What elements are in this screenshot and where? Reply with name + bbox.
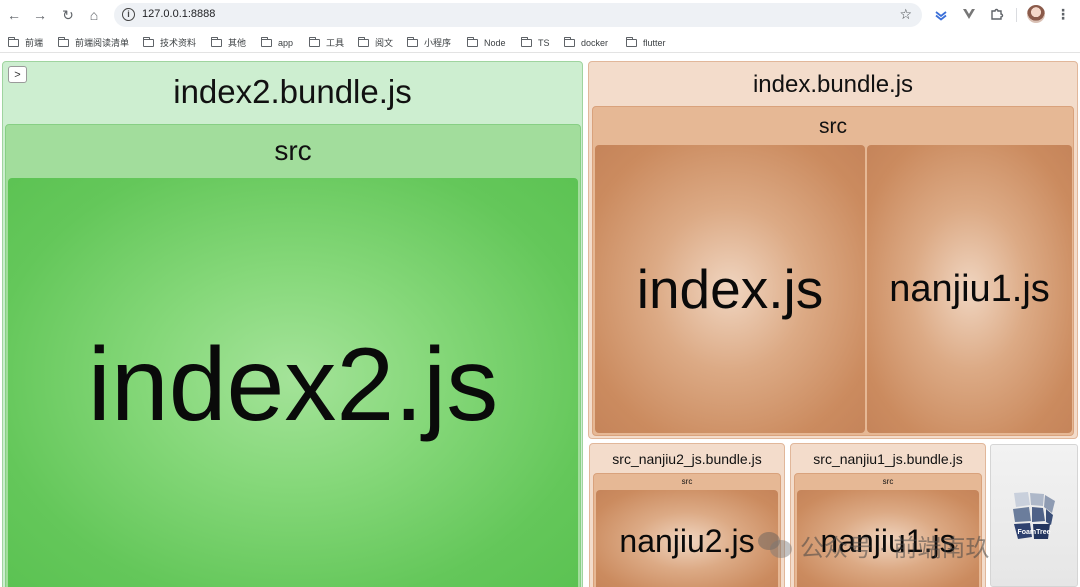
module-nanjiu2-js[interactable]: nanjiu2.js [596, 490, 778, 587]
foamtree-label: FoamTree [1017, 529, 1051, 536]
bundle-title: index2.bundle.js [173, 73, 412, 110]
bookmark-folder[interactable]: TS [520, 36, 550, 49]
url-text: 127.0.0.1:8888 [142, 8, 216, 20]
folder-icon [260, 36, 272, 47]
folder-label: src [274, 135, 312, 166]
folder-src[interactable]: src index.js nanjiu1.js [592, 106, 1074, 436]
folder-src[interactable]: src index2.js [5, 124, 581, 587]
folder-label: src [882, 477, 894, 486]
folder-icon [563, 36, 575, 47]
bundle-title: src_nanjiu2_js.bundle.js [612, 451, 762, 467]
arrow-left-icon: ← [7, 7, 21, 23]
folder-label: src [819, 115, 847, 138]
bookmark-folder[interactable]: Node [466, 36, 506, 49]
folder-icon [7, 36, 19, 47]
bookmarks-bar: 前端 前端阅读清单 技术资料 其他 app 工具 阅文 小程序 Node TS … [0, 31, 1080, 53]
profile-avatar[interactable] [1027, 5, 1045, 23]
bundle-src-nanjiu2[interactable]: src_nanjiu2_js.bundle.js src nanjiu2.js [589, 443, 785, 587]
bookmark-folder[interactable]: 阅文 [357, 36, 393, 49]
folder-icon [142, 36, 154, 47]
toolbar-divider [1016, 8, 1017, 22]
module-nanjiu1-js[interactable]: nanjiu1.js [867, 145, 1072, 433]
extension-layers-icon[interactable] [932, 5, 950, 23]
sidebar-toggle-button[interactable]: > [8, 66, 27, 83]
folder-icon [466, 36, 478, 47]
back-button[interactable]: ← [4, 5, 24, 25]
module-index-js[interactable]: index.js [595, 145, 865, 433]
home-button[interactable]: ⌂ [84, 5, 104, 25]
browser-menu-icon[interactable]: ⋮ [1054, 5, 1072, 23]
folder-icon [406, 36, 418, 47]
forward-button[interactable]: → [30, 5, 50, 25]
bundle-title: index.bundle.js [752, 71, 914, 98]
watermark-text: 公众号 · 前端南玖 [800, 534, 990, 562]
bookmark-folder[interactable]: 其他 [210, 36, 246, 49]
bookmark-star-icon[interactable]: ☆ [899, 6, 912, 23]
folder-icon [308, 36, 320, 47]
folder-icon [520, 36, 532, 47]
wechat-icon [758, 532, 792, 558]
folder-icon [210, 36, 222, 47]
reload-button[interactable]: ↻ [58, 5, 78, 25]
bookmark-folder[interactable]: flutter [625, 36, 666, 49]
reload-icon: ↻ [62, 6, 74, 23]
home-icon: ⌂ [89, 7, 99, 23]
folder-src[interactable]: src nanjiu2.js [593, 473, 781, 587]
folder-icon [625, 36, 637, 47]
module-index2-js[interactable]: index2.js [8, 178, 578, 587]
bookmark-folder[interactable]: docker [563, 36, 608, 49]
bundle-index2[interactable]: index2.bundle.js src index2.js [2, 61, 583, 587]
browser-toolbar: ← → ↻ ⌂ i 127.0.0.1:8888 ☆ ⋮ [0, 0, 1080, 30]
folder-label: src [681, 477, 693, 486]
bundle-title: src_nanjiu1_js.bundle.js [813, 451, 963, 467]
bundle-index[interactable]: index.bundle.js src index.js nanjiu1.js [588, 61, 1078, 439]
bundle-src-nanjiu1[interactable]: src_nanjiu1_js.bundle.js src nanjiu1.js [790, 443, 986, 587]
bookmark-folder[interactable]: app [260, 36, 293, 49]
watermark: 公众号 · 前端南玖 [758, 525, 989, 565]
bookmark-folder[interactable]: 技术资料 [142, 36, 196, 49]
arrow-right-icon: → [33, 7, 47, 23]
chevron-right-icon: > [14, 68, 21, 81]
extensions-puzzle-icon[interactable] [988, 5, 1006, 23]
address-bar[interactable]: i 127.0.0.1:8888 ☆ [114, 3, 922, 27]
bundle-treemap[interactable]: index2.bundle.js src index2.js > index.b… [0, 57, 1080, 587]
foamtree-attribution[interactable]: FoamTree [990, 444, 1078, 587]
bookmark-folder[interactable]: 工具 [308, 36, 344, 49]
bookmark-folder[interactable]: 前端阅读清单 [57, 36, 129, 49]
bookmark-folder[interactable]: 小程序 [406, 36, 451, 49]
site-info-icon[interactable]: i [122, 8, 135, 21]
bookmark-folder[interactable]: 前端 [7, 36, 43, 49]
folder-icon [357, 36, 369, 47]
folder-icon [57, 36, 69, 47]
extension-vue-icon[interactable] [960, 5, 978, 23]
